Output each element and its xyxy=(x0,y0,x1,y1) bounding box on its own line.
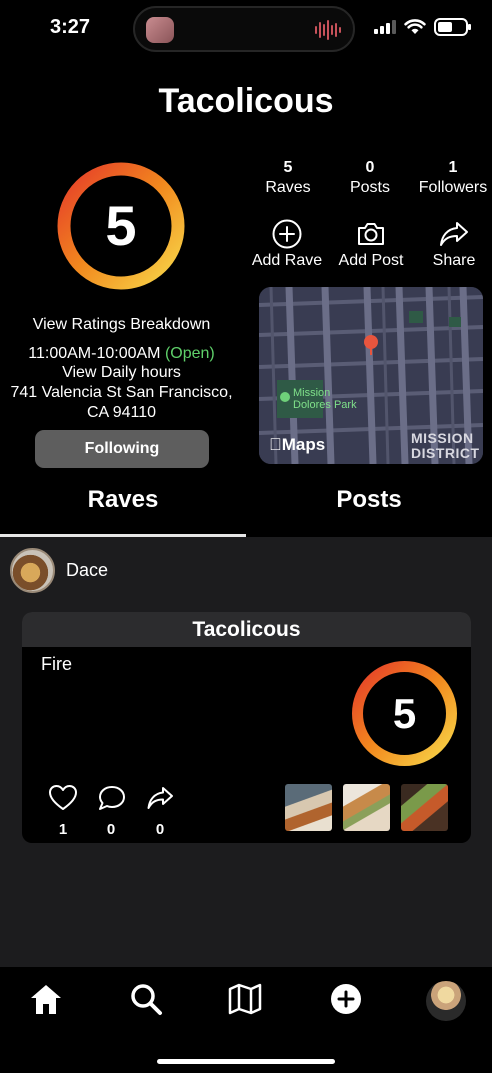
rave-rating-ring: 5 xyxy=(351,660,458,767)
nav-search[interactable] xyxy=(128,981,168,1021)
add-rave-button[interactable]: Add Rave xyxy=(244,218,330,270)
nav-add[interactable] xyxy=(328,981,368,1021)
rating-ring: 5 xyxy=(57,162,185,290)
rave-rating-value: 5 xyxy=(392,690,417,737)
nav-home[interactable] xyxy=(28,981,68,1021)
share-icon xyxy=(440,222,468,246)
apple-maps-logo: Maps xyxy=(269,435,325,454)
comment-count: 0 xyxy=(106,821,116,838)
like-button[interactable]: 1 xyxy=(45,782,81,838)
action-label: Add Post xyxy=(338,252,404,269)
cellular-signal-icon xyxy=(374,20,396,34)
home-indicator xyxy=(157,1059,335,1064)
share-icon xyxy=(147,787,173,809)
address-line-2: CA 94110 xyxy=(86,404,157,421)
plus-circle-icon xyxy=(272,219,302,249)
audio-wave-icon xyxy=(315,20,341,40)
now-playing-artwork xyxy=(146,17,174,43)
battery-icon xyxy=(434,18,471,36)
rating-value: 5 xyxy=(105,194,137,257)
card-title: Tacolicous xyxy=(22,612,471,647)
plus-circle-icon xyxy=(331,984,361,1014)
camera-icon xyxy=(358,223,384,245)
share-count: 0 xyxy=(155,821,165,838)
share-rave-button[interactable]: 0 xyxy=(142,782,178,838)
stat-value: 0 xyxy=(365,159,375,176)
search-icon xyxy=(131,984,162,1015)
tab-raves[interactable]: Raves xyxy=(0,486,246,514)
comment-button[interactable]: 0 xyxy=(93,782,129,838)
share-button[interactable]: Share xyxy=(411,218,492,270)
comment-icon xyxy=(99,786,125,810)
rave-card[interactable]: Tacolicous Fire 5 1 0 0 xyxy=(22,612,471,843)
rave-note: Fire xyxy=(41,654,72,674)
map-district-label: MISSION DISTRICT xyxy=(411,430,480,461)
profile-avatar[interactable] xyxy=(426,981,466,1021)
author-avatar[interactable] xyxy=(10,548,55,593)
view-ratings-link[interactable]: View Ratings Breakdown xyxy=(0,316,243,334)
status-bar: 3:27 xyxy=(0,0,492,58)
following-button[interactable]: Following xyxy=(35,430,209,468)
wifi-icon xyxy=(404,19,426,34)
rave-photo-3[interactable] xyxy=(401,784,448,831)
stat-label: Followers xyxy=(418,179,488,196)
location-map[interactable]: MissionDolores Park Maps MISSIONDISTRIC… xyxy=(259,287,483,464)
action-label: Share xyxy=(432,252,476,269)
view-daily-hours-link[interactable]: View Daily hours xyxy=(0,364,243,382)
status-time: 3:27 xyxy=(50,16,91,38)
hours-text: 11:00AM-10:00AM xyxy=(28,345,161,362)
rave-photo-2[interactable] xyxy=(343,784,390,831)
home-icon xyxy=(31,985,61,1014)
stat-followers[interactable]: 1 Followers xyxy=(413,159,492,199)
stat-raves[interactable]: 5 Raves xyxy=(248,159,328,199)
status-icons xyxy=(374,18,471,36)
hours-line: 11:00AM-10:00AM (Open) xyxy=(0,345,243,363)
stat-label: Raves xyxy=(265,179,311,196)
bottom-nav xyxy=(0,967,492,1073)
add-post-button[interactable]: Add Post xyxy=(328,218,414,270)
address-line-1: 741 Valencia St San Francisco, xyxy=(10,384,233,401)
author-name[interactable]: Dace xyxy=(66,560,108,581)
open-status: (Open) xyxy=(164,345,215,362)
stat-value: 5 xyxy=(283,159,293,176)
dynamic-island[interactable] xyxy=(133,6,355,52)
map-icon xyxy=(228,983,262,1015)
rave-photo-1[interactable] xyxy=(285,784,332,831)
stat-label: Posts xyxy=(349,179,390,196)
like-count: 1 xyxy=(58,821,68,838)
heart-icon xyxy=(49,785,77,810)
tab-posts[interactable]: Posts xyxy=(246,486,492,514)
page-title: Tacolicous xyxy=(158,82,334,120)
nav-map[interactable] xyxy=(227,981,267,1021)
stat-value: 1 xyxy=(448,159,458,176)
action-label: Add Rave xyxy=(251,252,323,269)
map-park-label: Mission Dolores Park xyxy=(293,387,357,411)
stat-posts[interactable]: 0 Posts xyxy=(330,159,410,199)
